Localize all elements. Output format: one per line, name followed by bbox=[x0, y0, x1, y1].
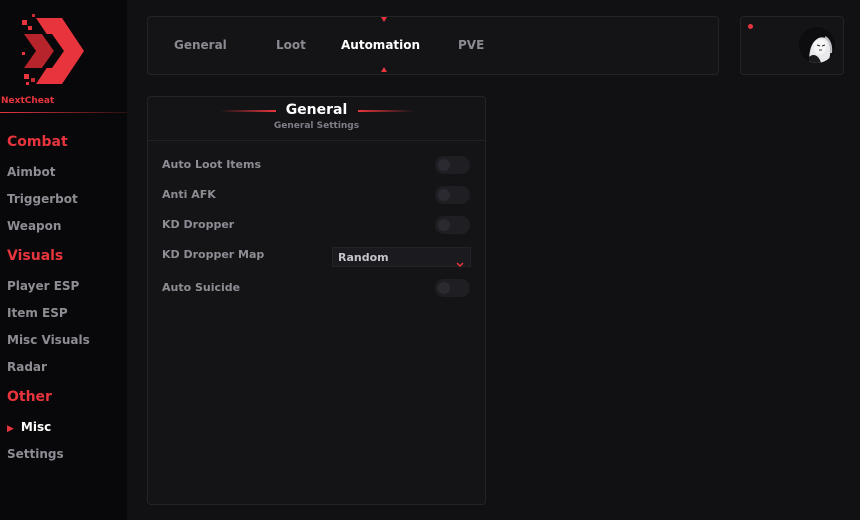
toggle-auto-loot[interactable] bbox=[435, 156, 470, 174]
panel-divider bbox=[148, 140, 485, 141]
brand-logo-icon bbox=[22, 12, 94, 90]
select-value: Random bbox=[338, 251, 389, 264]
setting-label-auto-loot: Auto Loot Items bbox=[162, 158, 262, 171]
sidebar: NextCheat Combat Aimbot Triggerbot Weapo… bbox=[0, 0, 127, 520]
panel-title: General bbox=[285, 102, 348, 118]
tab-pve[interactable]: PVE bbox=[458, 38, 484, 52]
toggle-kd-dropper[interactable] bbox=[435, 216, 470, 234]
brand-name: NextCheat bbox=[1, 96, 55, 106]
setting-label-kd-dropper: KD Dropper bbox=[162, 218, 235, 231]
sidebar-item-settings[interactable]: Settings bbox=[7, 447, 64, 461]
tab-bar: General Loot Automation PVE bbox=[147, 16, 719, 75]
sidebar-item-weapon[interactable]: Weapon bbox=[7, 219, 61, 233]
avatar-icon[interactable] bbox=[799, 27, 835, 63]
sidebar-item-item-esp[interactable]: Item ESP bbox=[7, 306, 68, 320]
active-tab-top-marker-icon bbox=[381, 17, 387, 22]
setting-label-anti-afk: Anti AFK bbox=[162, 188, 216, 201]
sidebar-item-label: Misc bbox=[20, 420, 52, 434]
tab-automation[interactable]: Automation bbox=[341, 38, 420, 52]
setting-label-auto-suicide: Auto Suicide bbox=[162, 281, 241, 294]
chevron-down-icon bbox=[456, 253, 464, 272]
play-triangle-icon: ▶ bbox=[7, 424, 14, 434]
kd-dropper-map-select[interactable]: Random bbox=[332, 247, 471, 268]
toggle-knob bbox=[438, 219, 450, 231]
tab-loot[interactable]: Loot bbox=[276, 38, 306, 52]
toggle-knob bbox=[438, 159, 450, 171]
brand-divider bbox=[0, 112, 127, 113]
toggle-auto-suicide[interactable] bbox=[435, 279, 470, 297]
tab-general[interactable]: General bbox=[174, 38, 227, 52]
profile-box[interactable] bbox=[740, 16, 844, 75]
settings-panel: General General Settings Auto Loot Items… bbox=[147, 96, 486, 505]
sidebar-item-misc[interactable]: ▶ Misc bbox=[7, 420, 51, 434]
sidebar-item-misc-visuals[interactable]: Misc Visuals bbox=[7, 333, 90, 347]
toggle-anti-afk[interactable] bbox=[435, 186, 470, 204]
sidebar-item-radar[interactable]: Radar bbox=[7, 360, 47, 374]
sidebar-item-triggerbot[interactable]: Triggerbot bbox=[7, 192, 78, 206]
title-decoration-right bbox=[358, 110, 414, 112]
active-tab-bottom-marker-icon bbox=[381, 67, 387, 72]
nav-section-combat: Combat bbox=[7, 134, 68, 150]
nav-section-visuals: Visuals bbox=[7, 248, 64, 264]
sidebar-item-aimbot[interactable]: Aimbot bbox=[7, 165, 55, 179]
setting-label-kd-dropper-map: KD Dropper Map bbox=[162, 248, 265, 261]
status-dot bbox=[748, 24, 753, 29]
nav-section-other: Other bbox=[7, 389, 52, 405]
toggle-knob bbox=[438, 189, 450, 201]
toggle-knob bbox=[438, 282, 450, 294]
sidebar-item-player-esp[interactable]: Player ESP bbox=[7, 279, 79, 293]
panel-subtitle: General Settings bbox=[273, 121, 360, 131]
